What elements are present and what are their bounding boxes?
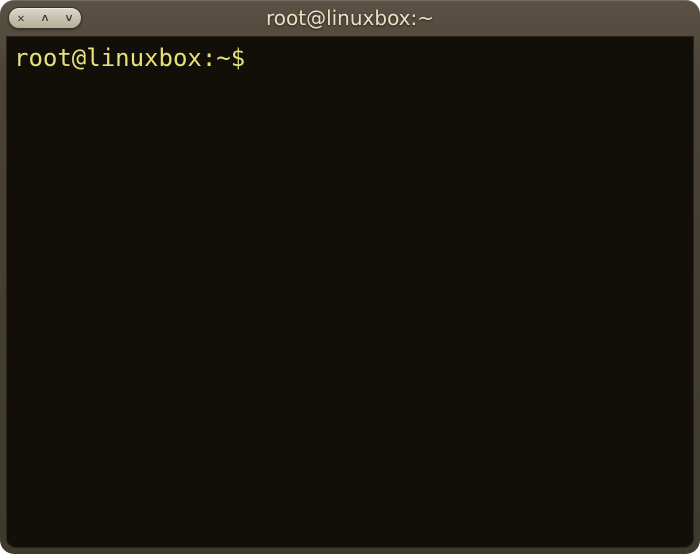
close-button[interactable]: ✕ [9,7,33,29]
minimize-button[interactable]: ˅ [57,7,81,29]
prompt-line: root@linuxbox:~$ [14,44,686,73]
command-input[interactable] [260,44,663,72]
window-title: root@linuxbox:~ [0,6,700,30]
window-controls: ✕ ˄ ˅ [8,7,82,29]
maximize-button[interactable]: ˄ [33,7,57,29]
terminal-window: ✕ ˄ ˅ root@linuxbox:~ root@linuxbox:~$ [0,0,700,554]
prompt-text: root@linuxbox:~$ [14,44,260,72]
titlebar[interactable]: ✕ ˄ ˅ root@linuxbox:~ [0,0,700,36]
chevron-down-icon: ˅ [65,11,72,26]
chevron-up-icon: ˄ [41,11,48,26]
close-icon: ✕ [17,11,24,25]
terminal-body[interactable]: root@linuxbox:~$ [6,36,694,548]
